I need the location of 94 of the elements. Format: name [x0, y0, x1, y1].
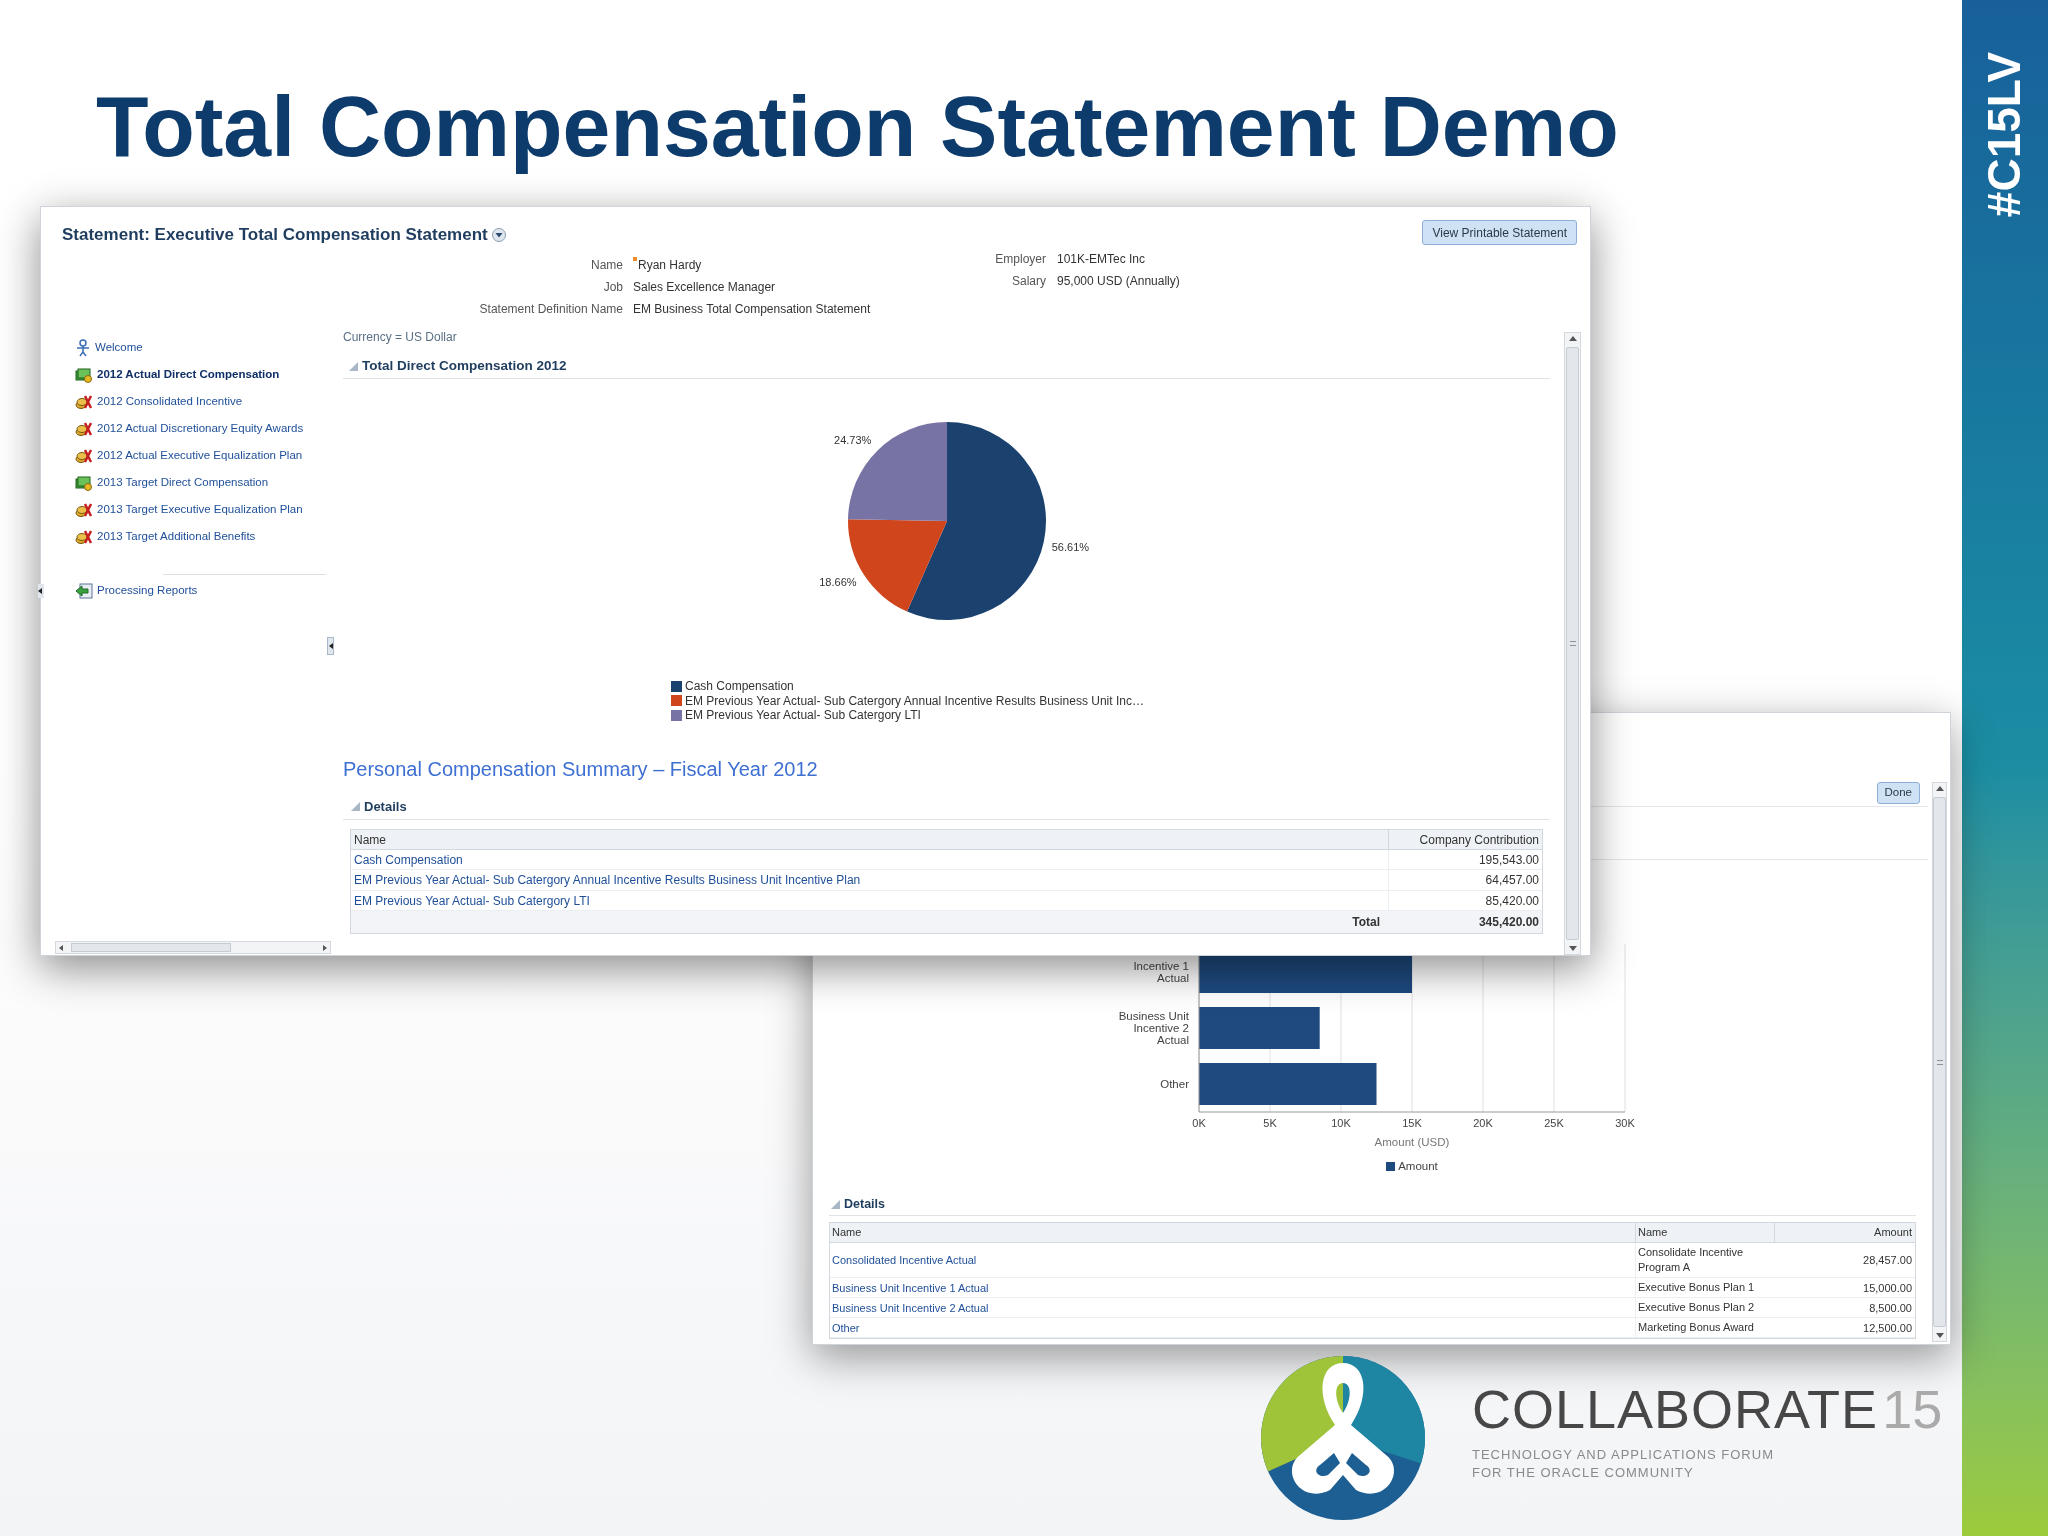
table-link[interactable]: EM Previous Year Actual- Sub Catergory Annual Incentive Results Business Unit Incentive Plan: [351, 870, 1388, 890]
done-button[interactable]: Done: [1876, 782, 1920, 804]
table-cell-text: 8,500.00: [1868, 1300, 1913, 1315]
view-printable-statement-button[interactable]: View Printable Statement: [1422, 220, 1577, 245]
axis-tick-label: 10K: [1331, 1117, 1351, 1129]
nav-link[interactable]: 2012 Consolidated Incentive: [75, 388, 343, 415]
slice-percent-label: 18.66%: [819, 575, 857, 588]
event-edition: 15: [1882, 1380, 1943, 1438]
category-label: Other: [1159, 1078, 1189, 1090]
field-label: Job: [603, 279, 623, 296]
table-cell: 85,420.00: [1388, 890, 1542, 910]
vertical-scrollbar[interactable]: [1564, 332, 1581, 955]
hashtag-label: #C15LV: [1977, 51, 2032, 217]
nav-link[interactable]: 2012 Actual Discretionary Equity Awards: [75, 415, 343, 442]
arrow-document-icon: [75, 582, 93, 599]
table-link[interactable]: Business Unit Incentive 2 Actual: [830, 1300, 1635, 1315]
coins-ribbon-icon: [75, 528, 93, 545]
axis-tick-label: 15K: [1402, 1117, 1422, 1129]
coins-ribbon-icon: [75, 501, 93, 518]
table-cell-text: 15,000.00: [1862, 1280, 1913, 1295]
field-label: Name: [591, 257, 623, 274]
table-link[interactable]: EM Previous Year Actual- Sub Catergory LTI: [351, 890, 1388, 910]
axis-tick-label: 0K: [1192, 1117, 1206, 1129]
column-header: Amount: [1774, 1223, 1915, 1242]
nav-link[interactable]: Processing Reports: [75, 577, 343, 604]
axis-tick-label: 30K: [1615, 1117, 1635, 1129]
slice-percent-label: 56.61%: [1051, 540, 1090, 553]
column-header: Name: [1635, 1223, 1774, 1242]
event-tagline: TECHNOLOGY AND APPLICATIONS FORUM: [1472, 1446, 1775, 1464]
horizontal-scrollbar[interactable]: [55, 941, 331, 954]
splitter-handle[interactable]: [327, 637, 334, 655]
column-header: Name: [831, 1225, 863, 1240]
table-cell: Executive Bonus Plan 2: [1635, 1298, 1774, 1317]
section-title: Details: [364, 798, 407, 815]
category-label: Incentive 1 Actual: [1132, 960, 1189, 984]
coins-ribbon-icon: [75, 447, 93, 464]
collapse-handle[interactable]: [38, 584, 44, 598]
table-cell: Executive Bonus Plan 1: [1635, 1278, 1774, 1297]
axis-tick-label: 20K: [1473, 1117, 1493, 1129]
nav-link[interactable]: 2012 Actual Executive Equalization Plan: [75, 442, 343, 469]
table-cell-text: 12,500.00: [1862, 1320, 1913, 1335]
slice-percent-label: 24.73%: [834, 434, 872, 447]
category-label: Business Unit Incentive 2 Actual: [1117, 1010, 1189, 1046]
nav-link[interactable]: 2013 Target Additional Benefits: [75, 523, 343, 550]
event-tagline: FOR THE ORACLE COMMUNITY: [1472, 1464, 1695, 1482]
money-stack-icon: [75, 474, 93, 491]
field-value: Ryan Hardy: [638, 257, 702, 274]
collapse-triangle-icon[interactable]: [349, 361, 358, 371]
vertical-scrollbar[interactable]: [1932, 782, 1947, 1342]
table-link[interactable]: Consolidated Incentive Actual: [830, 1253, 1635, 1267]
table-cell: Consolidate Incentive Program A: [1635, 1243, 1774, 1277]
table-cell: Marketing Bonus Award: [1635, 1318, 1774, 1337]
table-cell: 64,457.00: [1388, 870, 1542, 890]
currency-label: Currency = US Dollar: [343, 329, 458, 345]
axis-tick-label: 25K: [1544, 1117, 1564, 1129]
field-value: 95,000 USD (Annually): [1057, 273, 1180, 290]
field-label: Salary: [1012, 273, 1046, 290]
field-value: Sales Excellence Manager: [633, 279, 776, 296]
coins-ribbon-icon: [75, 420, 93, 437]
field-label: Employer: [995, 251, 1046, 268]
event-name: COLLABORATE: [1472, 1380, 1879, 1438]
table-cell-text: 28,457.00: [1862, 1253, 1913, 1267]
total-value: 345,420.00: [1477, 914, 1540, 931]
column-header: Name: [353, 831, 387, 849]
section-title: Details: [844, 1196, 885, 1212]
field-value: EM Business Total Compensation Statement: [633, 301, 871, 318]
legend-label: EM Previous Year Actual- Sub Catergory LTI: [685, 708, 921, 723]
collapse-triangle-icon[interactable]: [831, 1199, 840, 1209]
statement-title: Statement: Executive Total Compensation Statement: [62, 225, 488, 245]
summary-title: Personal Compensation Summary – Fiscal Year 2012: [343, 756, 819, 781]
dropdown-icon[interactable]: [491, 228, 506, 242]
coins-ribbon-icon: [75, 393, 93, 410]
slide-title: Total Compensation Statement Demo: [96, 77, 1620, 176]
table-link[interactable]: Other: [830, 1320, 1635, 1335]
person-icon: [75, 338, 91, 357]
axis-title: Amount (USD): [1374, 1135, 1450, 1150]
legend-label: Amount: [1398, 1159, 1438, 1174]
field-label: Statement Definition Name: [479, 301, 623, 318]
legend-label: Cash Compensation: [685, 679, 794, 694]
money-stack-icon: [75, 366, 93, 383]
nav-link[interactable]: 2013 Target Executive Equalization Plan: [75, 496, 343, 523]
legend-label: EM Previous Year Actual- Sub Catergory Annual Incentive Results Business Unit Inc…: [685, 693, 1144, 708]
nav-link[interactable]: Welcome: [75, 334, 343, 361]
column-header: Company Contribution: [1388, 829, 1542, 849]
nav-link[interactable]: 2013 Target Direct Compensation: [75, 469, 343, 496]
table-link[interactable]: Business Unit Incentive 1 Actual: [830, 1280, 1635, 1295]
table-cell: 195,543.00: [1388, 849, 1542, 869]
nav-link[interactable]: 2012 Actual Direct Compensation: [75, 361, 343, 388]
collapse-triangle-icon[interactable]: [351, 802, 360, 811]
field-value: 101K-EMTec Inc: [1057, 251, 1147, 268]
total-label: Total: [1351, 914, 1381, 931]
axis-tick-label: 5K: [1263, 1117, 1277, 1129]
section-title: Total Direct Compensation 2012: [362, 357, 567, 375]
table-link[interactable]: Cash Compensation: [351, 849, 1388, 869]
